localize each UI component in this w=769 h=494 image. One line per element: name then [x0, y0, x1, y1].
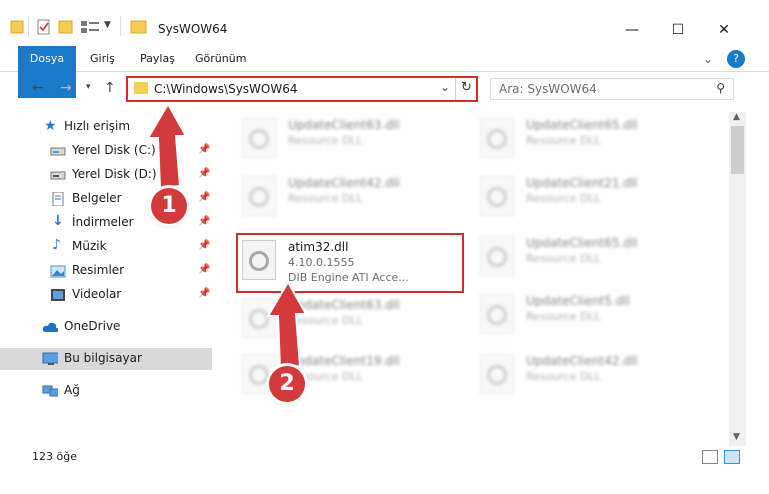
annotation-arrows [146, 101, 308, 370]
callout-badge: 1 [151, 188, 187, 224]
callout-badge: 2 [269, 366, 305, 402]
explorer-window: ▼ SysWOW64 — ☐ ✕ Dosya Giriş Paylaş Görü… [0, 0, 769, 494]
arrow-to-address-bar [146, 101, 188, 190]
arrow-to-file [266, 279, 308, 370]
